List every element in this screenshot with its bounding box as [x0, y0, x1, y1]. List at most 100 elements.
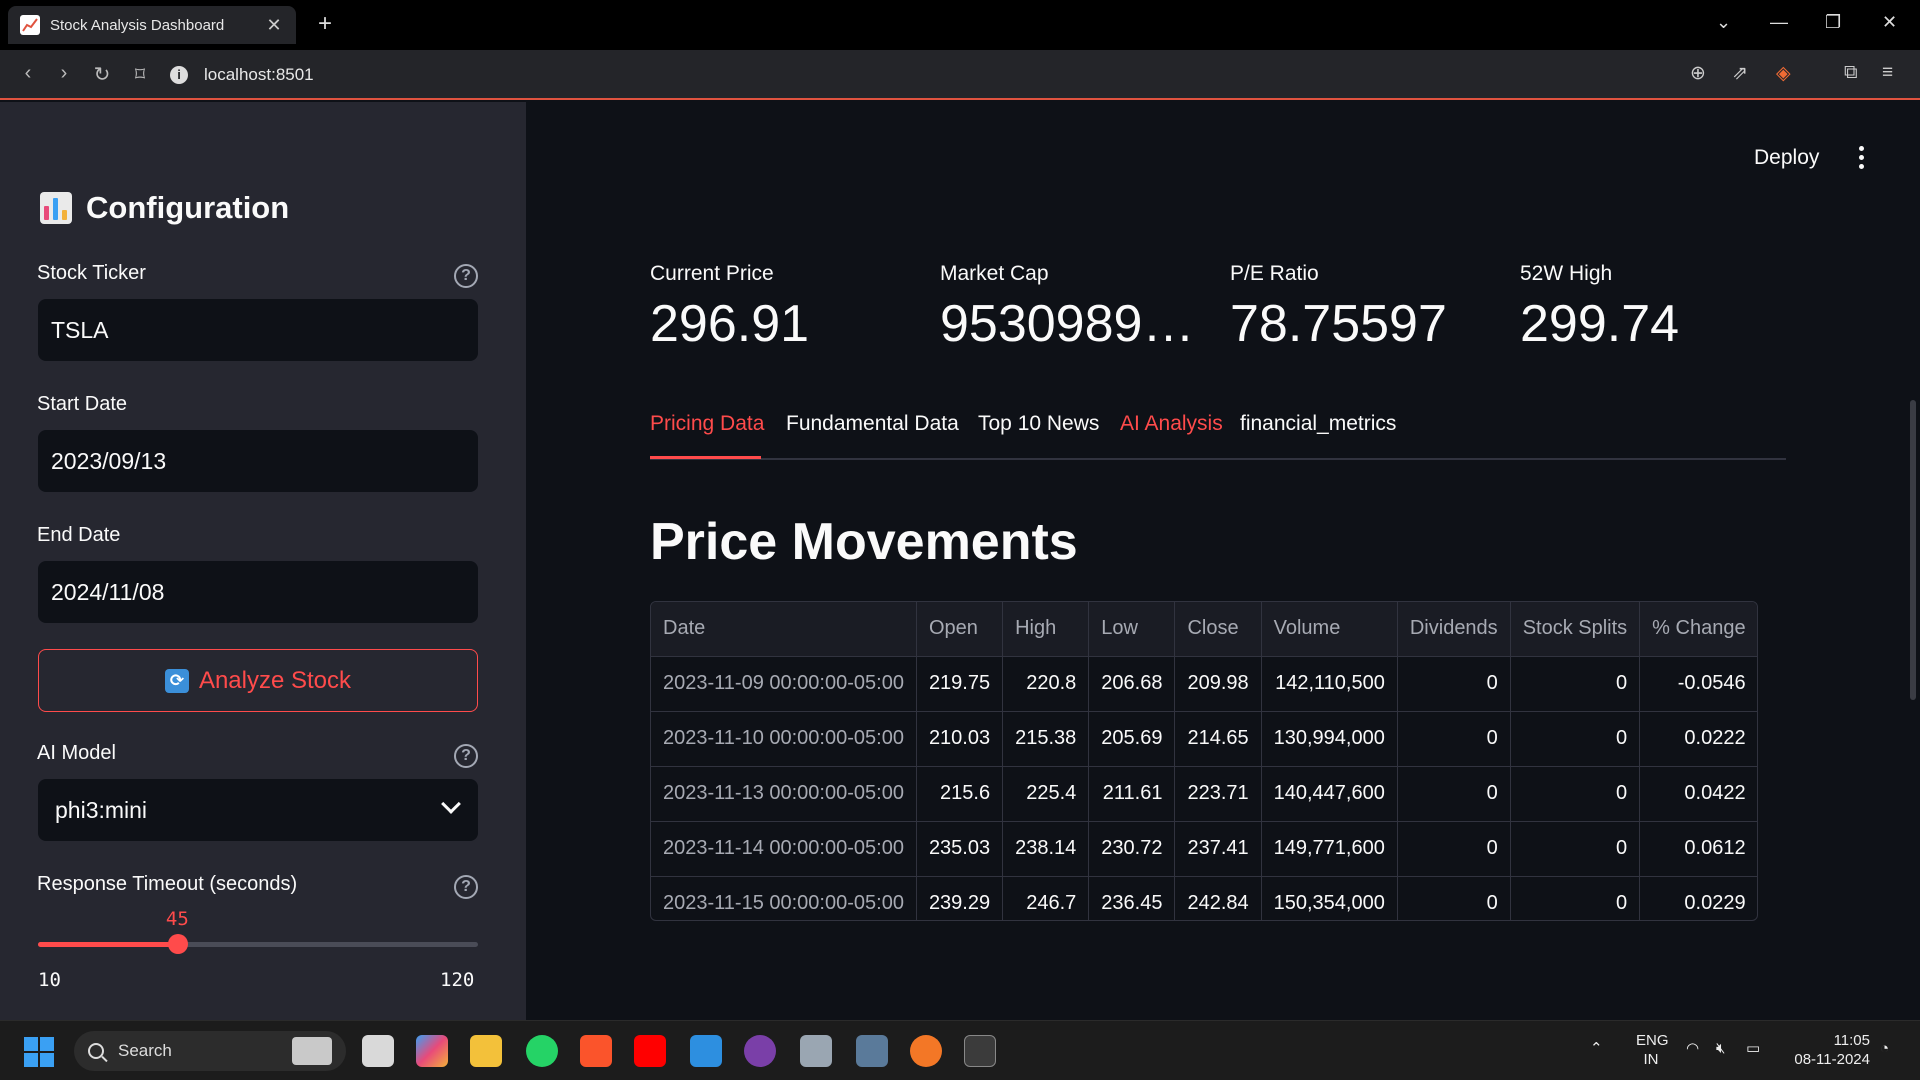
youtube-icon[interactable] — [634, 1035, 666, 1067]
end-date-label: End Date — [37, 524, 121, 546]
close-tab-icon[interactable]: ✕ — [264, 15, 284, 36]
timeout-slider-value: 45 — [165, 908, 189, 930]
tray-chevron-icon[interactable]: ⌃ — [1590, 1039, 1603, 1058]
analyze-stock-label: Analyze Stock — [198, 666, 352, 694]
more-options-icon[interactable] — [1859, 146, 1865, 173]
column-header-dividends[interactable]: Dividends — [1397, 602, 1511, 657]
column-header-open[interactable]: Open — [916, 602, 1004, 657]
extensions-icon[interactable]: ⧉ — [1844, 62, 1858, 84]
sidebar-title-text: Configuration — [86, 190, 290, 225]
new-tab-button[interactable]: + — [312, 10, 338, 38]
windows-start-icon[interactable] — [24, 1037, 54, 1067]
metric-value: 78.75597 — [1230, 295, 1447, 353]
site-info-icon[interactable]: i — [170, 66, 188, 84]
table-cell: 2023-11-10 00:00:00-05:00 — [651, 711, 917, 767]
analyze-stock-button[interactable]: ⟳ Analyze Stock — [38, 649, 478, 712]
ticker-label: Stock Ticker — [37, 262, 146, 284]
tab-search-chevron-icon[interactable]: ⌄ — [1716, 12, 1731, 33]
timeout-slider-handle[interactable] — [167, 934, 188, 954]
page-scrollbar[interactable] — [1910, 400, 1916, 700]
camera-icon[interactable] — [800, 1035, 832, 1067]
brave-browser-icon[interactable] — [580, 1035, 612, 1067]
tab-list: Pricing Data Fundamental Data Top 10 New… — [650, 412, 1786, 460]
table-cell: 0 — [1510, 766, 1641, 822]
language-indicator[interactable]: ENG IN — [1636, 1031, 1669, 1069]
table-header-row: Date Open High Low Close Volume Dividend… — [651, 602, 1757, 657]
table-row[interactable]: 2023-11-13 00:00:00-05:00 215.6 225.4 211.6… — [651, 766, 1757, 822]
timeout-help-icon[interactable]: ? — [454, 875, 478, 899]
clock[interactable]: 11:05 08-11-2024 — [1784, 1031, 1870, 1069]
column-header-stock-splits[interactable]: Stock Splits — [1510, 602, 1641, 657]
column-header-low[interactable]: Low — [1088, 602, 1176, 657]
tab-top-10-news[interactable]: Top 10 News — [978, 412, 1099, 436]
notifications-icon[interactable]: ◔ — [1880, 1039, 1889, 1058]
table-cell: 149,771,600 — [1261, 821, 1398, 877]
calculator-icon[interactable] — [856, 1035, 888, 1067]
table-cell: 150,354,000 — [1261, 876, 1398, 920]
ai-model-select[interactable]: phi3:mini — [38, 779, 478, 841]
ticker-help-icon[interactable]: ? — [454, 264, 478, 288]
tab-financial-metrics[interactable]: financial_metrics — [1240, 412, 1396, 436]
volume-muted-icon[interactable]: 🔇︎ — [1716, 1039, 1725, 1058]
close-window-button[interactable]: ✕ — [1882, 12, 1897, 33]
media-player-icon[interactable] — [744, 1035, 776, 1067]
bookmark-icon[interactable]: ⌑ — [128, 62, 152, 87]
timeout-slider[interactable] — [38, 934, 478, 954]
metric-value: 296.91 — [650, 295, 810, 353]
timeout-slider-fill — [38, 942, 178, 947]
reload-icon[interactable]: ↻ — [90, 62, 114, 87]
terminal-icon[interactable] — [964, 1035, 996, 1067]
section-title: Price Movements — [650, 513, 1078, 571]
price-table[interactable]: Date Open High Low Close Volume Dividend… — [650, 601, 1758, 921]
column-header-high[interactable]: High — [1002, 602, 1090, 657]
search-highlight-image — [292, 1037, 332, 1065]
browser-tab-bar: Stock Analysis Dashboard ✕ + ⌄ — ❐ ✕ — [0, 0, 1920, 50]
battery-icon[interactable]: ▭ — [1746, 1039, 1760, 1058]
deploy-button[interactable]: Deploy — [1754, 146, 1819, 170]
ticker-input[interactable]: TSLA — [38, 299, 478, 361]
tab-ai-analysis[interactable]: AI Analysis — [1120, 412, 1223, 436]
file-explorer-icon[interactable] — [470, 1035, 502, 1067]
ai-model-help-icon[interactable]: ? — [454, 744, 478, 768]
menu-icon[interactable]: ≡ — [1882, 62, 1893, 84]
end-date-input[interactable]: 2024/11/08 — [38, 561, 478, 623]
back-icon[interactable]: ‹ — [16, 62, 40, 85]
column-header-pct-change[interactable]: % Change — [1639, 602, 1757, 657]
timeout-label: Response Timeout (seconds) — [37, 873, 298, 895]
forward-icon[interactable]: › — [52, 62, 76, 85]
zoom-icon[interactable]: ⊕ — [1690, 62, 1706, 85]
wifi-icon[interactable]: ◠ — [1686, 1039, 1699, 1058]
restore-button[interactable]: ❐ — [1825, 12, 1841, 33]
table-row[interactable]: 2023-11-10 00:00:00-05:00 210.03 215.38 205… — [651, 711, 1757, 767]
taskbar-search[interactable]: Search — [74, 1031, 346, 1071]
main-content: Deploy Current Price 296.91 Market Cap 9… — [526, 102, 1920, 1020]
tab-fundamental-data[interactable]: Fundamental Data — [786, 412, 959, 436]
copilot-icon[interactable] — [416, 1035, 448, 1067]
start-date-value: 2023/09/13 — [51, 447, 167, 474]
table-row[interactable]: 2023-11-09 00:00:00-05:00 219.75 220.8 206.… — [651, 656, 1757, 712]
whatsapp-icon[interactable] — [526, 1035, 558, 1067]
task-view-icon[interactable] — [362, 1035, 394, 1067]
table-row[interactable]: 2023-11-15 00:00:00-05:00 239.29 246.7 236.… — [651, 876, 1757, 920]
jupyter-icon[interactable] — [910, 1035, 942, 1067]
refresh-icon: ⟳ — [164, 668, 189, 693]
table-cell: 0.0422 — [1639, 766, 1757, 822]
table-row[interactable]: 2023-11-14 00:00:00-05:00 235.03 238.14 230… — [651, 821, 1757, 877]
table-cell: 246.7 — [1002, 876, 1090, 920]
tab-pricing-data[interactable]: Pricing Data — [650, 412, 764, 436]
url-field[interactable]: i localhost:8501 — [170, 57, 1500, 93]
minimize-button[interactable]: — — [1770, 12, 1788, 33]
language-code: ENG — [1636, 1032, 1669, 1049]
url-text: localhost:8501 — [204, 65, 314, 84]
brave-shield-icon[interactable]: ◈ — [1776, 62, 1791, 85]
table-body: 2023-11-09 00:00:00-05:00 219.75 220.8 206.… — [651, 656, 1757, 920]
column-header-volume[interactable]: Volume — [1261, 602, 1398, 657]
share-icon[interactable]: ⇗ — [1732, 62, 1748, 85]
browser-tab[interactable]: Stock Analysis Dashboard ✕ — [8, 6, 296, 44]
column-header-date[interactable]: Date — [651, 602, 917, 657]
start-date-input[interactable]: 2023/09/13 — [38, 430, 478, 492]
vscode-icon[interactable] — [690, 1035, 722, 1067]
timeout-slider-max: 120 — [440, 969, 475, 991]
clock-date: 08-11-2024 — [1794, 1051, 1870, 1068]
column-header-close[interactable]: Close — [1174, 602, 1262, 657]
